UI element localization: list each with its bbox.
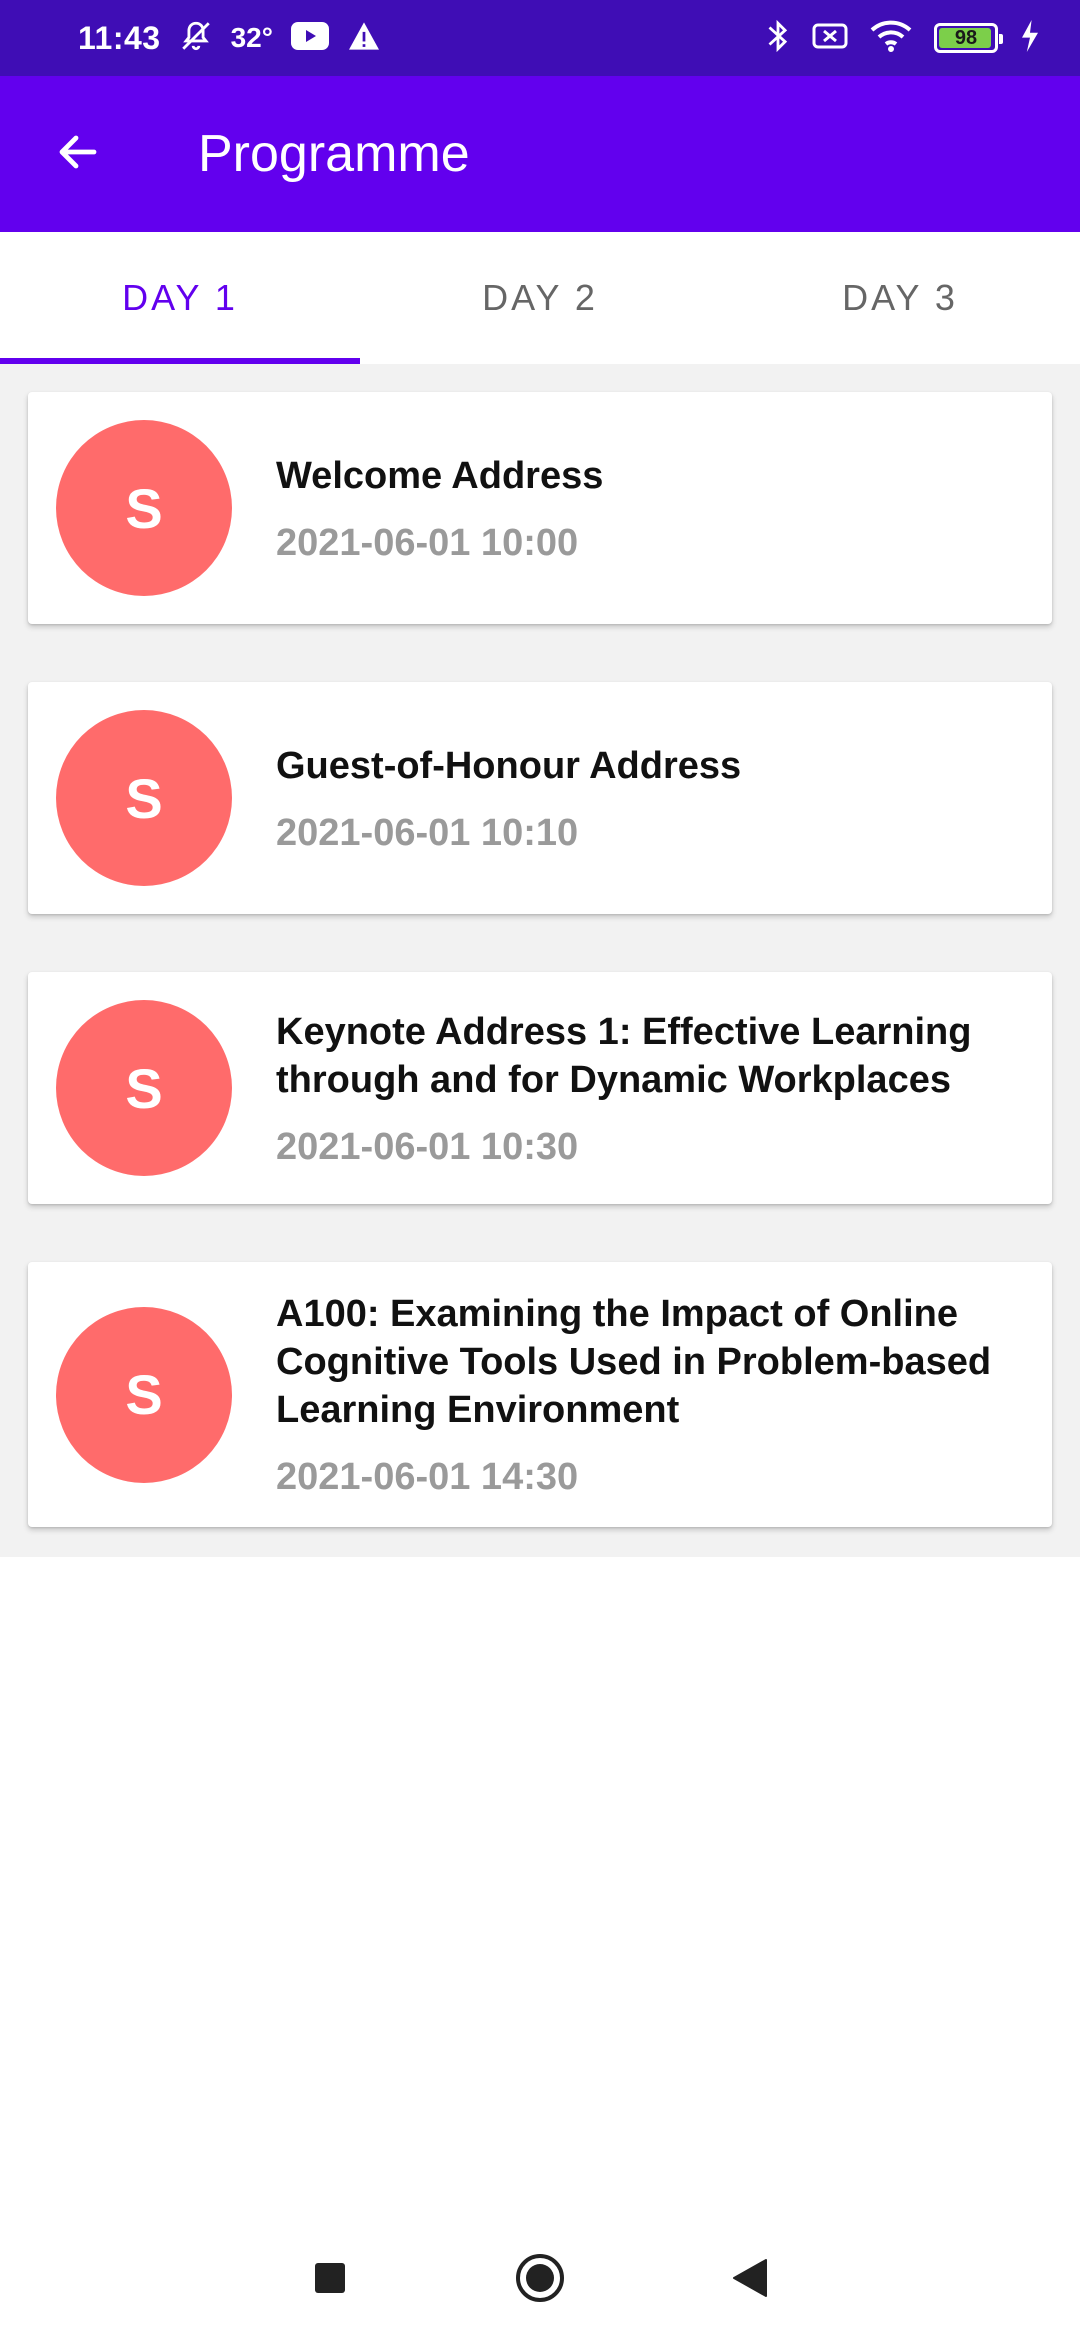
triangle-back-icon <box>732 2258 768 2303</box>
session-datetime: 2021-06-01 10:00 <box>276 521 579 564</box>
avatar: S <box>56 1306 232 1483</box>
system-nav-bar <box>0 2220 1080 2340</box>
list-item: S Guest-of-Honour Address 2021-06-01 10:… <box>0 654 1080 944</box>
status-bar: 11:43 32° 98 <box>0 0 1080 76</box>
session-text: Welcome Address 2021-06-01 10:00 <box>276 452 1024 565</box>
square-icon <box>313 2261 347 2300</box>
arrow-left-icon <box>54 128 102 181</box>
page-title: Programme <box>198 125 470 183</box>
tab-day-2[interactable]: DAY 2 <box>360 232 720 364</box>
session-card[interactable]: S Welcome Address 2021-06-01 10:00 <box>28 392 1052 624</box>
session-text: Guest-of-Honour Address 2021-06-01 10:10 <box>276 742 1024 855</box>
sim-x-icon <box>812 21 848 56</box>
avatar: S <box>56 1000 232 1176</box>
home-button[interactable] <box>510 2250 570 2310</box>
session-title: A100: Examining the Impact of Online Cog… <box>276 1293 992 1431</box>
session-datetime: 2021-06-01 10:10 <box>276 811 579 854</box>
app-bar: Programme <box>0 76 1080 232</box>
wifi-icon <box>870 20 912 57</box>
list-item: S Keynote Address 1: Effective Learning … <box>0 944 1080 1234</box>
session-text: Keynote Address 1: Effective Learning th… <box>276 1008 1024 1169</box>
session-text: A100: Examining the Impact of Online Cog… <box>276 1290 1024 1499</box>
session-title: Welcome Address <box>276 454 604 497</box>
recents-button[interactable] <box>300 2250 360 2310</box>
bluetooth-icon <box>766 19 790 58</box>
status-right: 98 <box>766 0 1040 76</box>
list-item: S A100: Examining the Impact of Online C… <box>0 1234 1080 1557</box>
session-title: Guest-of-Honour Address <box>276 744 742 787</box>
day-tabs: DAY 1 DAY 2 DAY 3 <box>0 232 1080 364</box>
charging-icon <box>1020 19 1040 57</box>
session-datetime: 2021-06-01 14:30 <box>276 1456 579 1498</box>
session-card[interactable]: S Guest-of-Honour Address 2021-06-01 10:… <box>28 682 1052 914</box>
session-list: S Welcome Address 2021-06-01 10:00 S Gue… <box>0 364 1080 1557</box>
tab-day-3[interactable]: DAY 3 <box>720 232 1080 364</box>
session-title: Keynote Address 1: Effective Learning th… <box>276 1010 972 1101</box>
circle-icon <box>514 2252 566 2309</box>
list-item: S Welcome Address 2021-06-01 10:00 <box>0 364 1080 654</box>
warning-icon <box>347 21 381 56</box>
status-time: 11:43 <box>78 19 161 56</box>
tab-day-1[interactable]: DAY 1 <box>0 232 360 364</box>
avatar: S <box>56 710 232 886</box>
bell-off-icon <box>179 19 213 58</box>
battery-icon: 98 <box>934 23 1003 53</box>
back-button[interactable] <box>48 124 108 184</box>
session-card[interactable]: S A100: Examining the Impact of Online C… <box>28 1262 1052 1527</box>
status-temperature: 32° <box>230 22 273 53</box>
status-left: 11:43 32° <box>78 0 381 76</box>
session-datetime: 2021-06-01 10:30 <box>276 1125 579 1168</box>
avatar: S <box>56 420 232 596</box>
battery-level: 98 <box>954 26 978 49</box>
session-card[interactable]: S Keynote Address 1: Effective Learning … <box>28 972 1052 1204</box>
youtube-icon <box>290 21 329 55</box>
back-nav-button[interactable] <box>720 2250 780 2310</box>
